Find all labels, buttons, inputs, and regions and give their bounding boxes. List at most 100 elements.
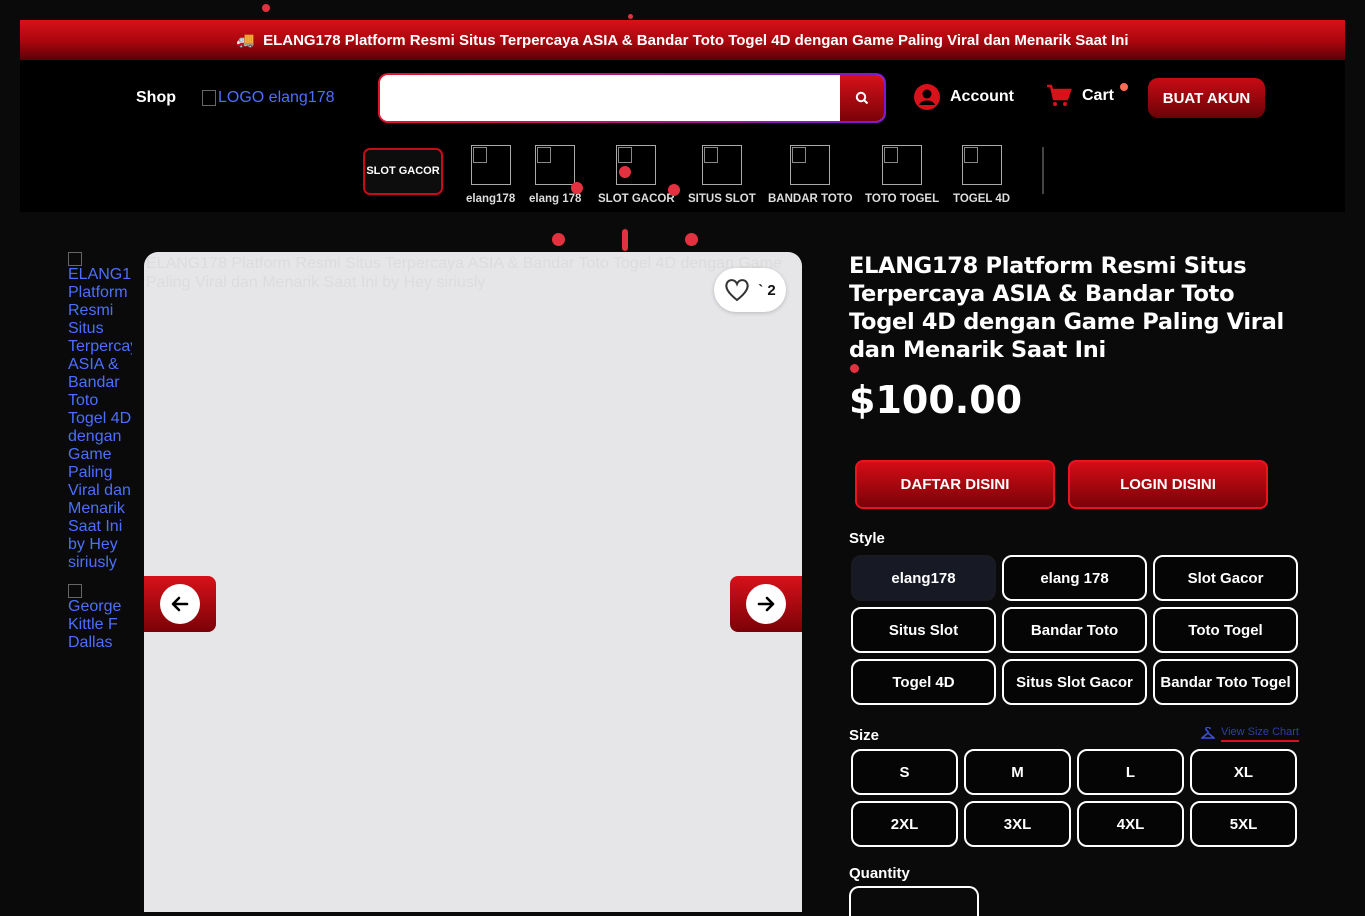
style-option[interactable]: Toto Togel [1153,607,1298,653]
search-icon [855,91,869,105]
category-image [961,145,1002,185]
broken-image-icon [202,90,216,106]
gallery-thumbnails: ELANG178 Platform Resmi Situs Terpercaya… [68,252,132,662]
size-chart-text: View Size Chart [1220,726,1299,742]
category-label: SLOT GACOR [598,193,675,205]
promo-text: ELANG178 Platform Resmi Situs Terpercaya… [263,31,1129,49]
size-label: Size [849,727,880,744]
size-option[interactable]: XL [1190,749,1297,795]
decor-dot [1120,83,1128,91]
like-button[interactable]: ` 2 [714,268,786,312]
broken-image-icon [68,584,82,598]
category-bandar-toto[interactable]: BANDAR TOTO [768,145,853,205]
logo-alt-text: LOGO elang178 [218,89,335,106]
broken-image-icon [68,252,82,266]
user-icon [914,84,940,110]
decor-dot [628,14,633,19]
style-option[interactable]: Togel 4D [851,659,996,705]
category-image [535,145,576,185]
product-price: $100.00 [849,378,1023,422]
quantity-stepper[interactable] [849,886,979,916]
cart-icon [1047,84,1072,106]
register-button[interactable]: BUAT AKUN [1148,78,1265,118]
search-input[interactable] [380,75,840,121]
cart-link[interactable]: Cart [1046,84,1114,108]
size-option[interactable]: L [1077,749,1184,795]
style-option[interactable]: Situs Slot [851,607,996,653]
style-option[interactable]: Bandar Toto [1002,607,1147,653]
category-label: BANDAR TOTO [768,193,853,205]
size-option[interactable]: 4XL [1077,801,1184,847]
shop-link[interactable]: Shop [136,89,176,107]
size-option[interactable]: 5XL [1190,801,1297,847]
category-elang-178[interactable]: elang 178 [529,145,581,205]
category-label: TOGEL 4D [953,193,1011,205]
product-info: ELANG178 Platform Resmi Situs Terpercaya… [849,252,1301,916]
cta-row: DAFTAR DISINI LOGIN DISINI [855,460,1268,509]
search-button[interactable] [840,75,884,121]
category-image [790,145,831,185]
like-count: ` 2 [758,281,776,299]
prev-image-button[interactable] [144,576,216,632]
slot-gacor-button[interactable]: SLOT GACOR [363,148,443,195]
decor-dot [668,184,680,196]
size-option[interactable]: 2XL [851,801,958,847]
product-title: ELANG178 Platform Resmi Situs Terpercaya… [849,253,1284,363]
style-options: elang178 elang 178 Slot Gacor Situs Slot… [851,555,1298,705]
promo-bar: 🚚 ELANG178 Platform Resmi Situs Terperca… [20,20,1345,60]
arrow-right-icon [757,596,775,612]
category-slot-gacor[interactable]: SLOT GACOR [598,145,675,205]
decor-dot [619,166,631,178]
category-elang178[interactable]: elang178 [466,145,515,205]
thumb-alt-text: George Kittle F Dallas [68,598,122,651]
style-option[interactable]: elang 178 [1002,555,1147,601]
next-image-button[interactable] [730,576,802,632]
category-toto-togel[interactable]: TOTO TOGEL [865,145,939,205]
account-link[interactable]: Account [914,84,1014,110]
style-label: Style [849,530,885,547]
decor-dot [685,233,698,246]
category-image [470,145,511,185]
category-image [701,145,742,185]
style-option[interactable]: Slot Gacor [1153,555,1298,601]
account-label: Account [950,88,1014,105]
thumb-alt-text: ELANG178 Platform Resmi Situs Terpercaya… [68,266,132,571]
gallery-thumb[interactable]: George Kittle F Dallas [68,584,132,652]
truck-icon: 🚚 [236,32,256,49]
category-label: elang178 [466,193,516,205]
gallery-thumb[interactable]: ELANG178 Platform Resmi Situs Terpercaya… [68,252,132,572]
arrow-left-icon [171,596,189,612]
size-options: S M L XL 2XL 3XL 4XL 5XL [851,749,1297,847]
register-cta-button[interactable]: DAFTAR DISINI [855,460,1055,509]
size-option[interactable]: 3XL [964,801,1071,847]
decor-dot [850,364,859,373]
main-image-alt: ELANG178 Platform Resmi Situs Terpercaya… [146,255,782,291]
decor-dot [571,182,583,194]
style-option[interactable]: Situs Slot Gacor [1002,659,1147,705]
site-logo[interactable]: LOGO elang178 [202,89,335,107]
category-situs-slot[interactable]: SITUS SLOT [688,145,756,205]
category-togel-4d[interactable]: TOGEL 4D [953,145,1010,205]
nav-scroll-divider [1042,147,1044,194]
decor-dot [262,4,270,12]
decor-bar [622,229,628,251]
site-header: Shop LOGO elang178 Account Cart BUAT AKU… [20,60,1345,212]
category-label: SITUS SLOT [688,193,756,205]
category-label: elang 178 [529,193,582,205]
heart-icon [725,279,749,302]
quantity-label: Quantity [849,865,910,882]
category-image [616,145,657,185]
style-option[interactable]: Bandar Toto Togel [1153,659,1298,705]
search-bar [378,73,886,123]
size-chart-link[interactable]: View Size Chart [1200,726,1299,742]
hanger-icon [1200,727,1215,739]
style-option[interactable]: elang178 [851,555,996,601]
category-image [882,145,923,185]
size-option[interactable]: S [851,749,958,795]
size-option[interactable]: M [964,749,1071,795]
category-label: TOTO TOGEL [865,193,940,205]
cart-label: Cart [1082,87,1115,104]
login-cta-button[interactable]: LOGIN DISINI [1068,460,1268,509]
decor-dot [552,233,565,246]
main-product-image: ELANG178 Platform Resmi Situs Terpercaya… [144,252,802,912]
